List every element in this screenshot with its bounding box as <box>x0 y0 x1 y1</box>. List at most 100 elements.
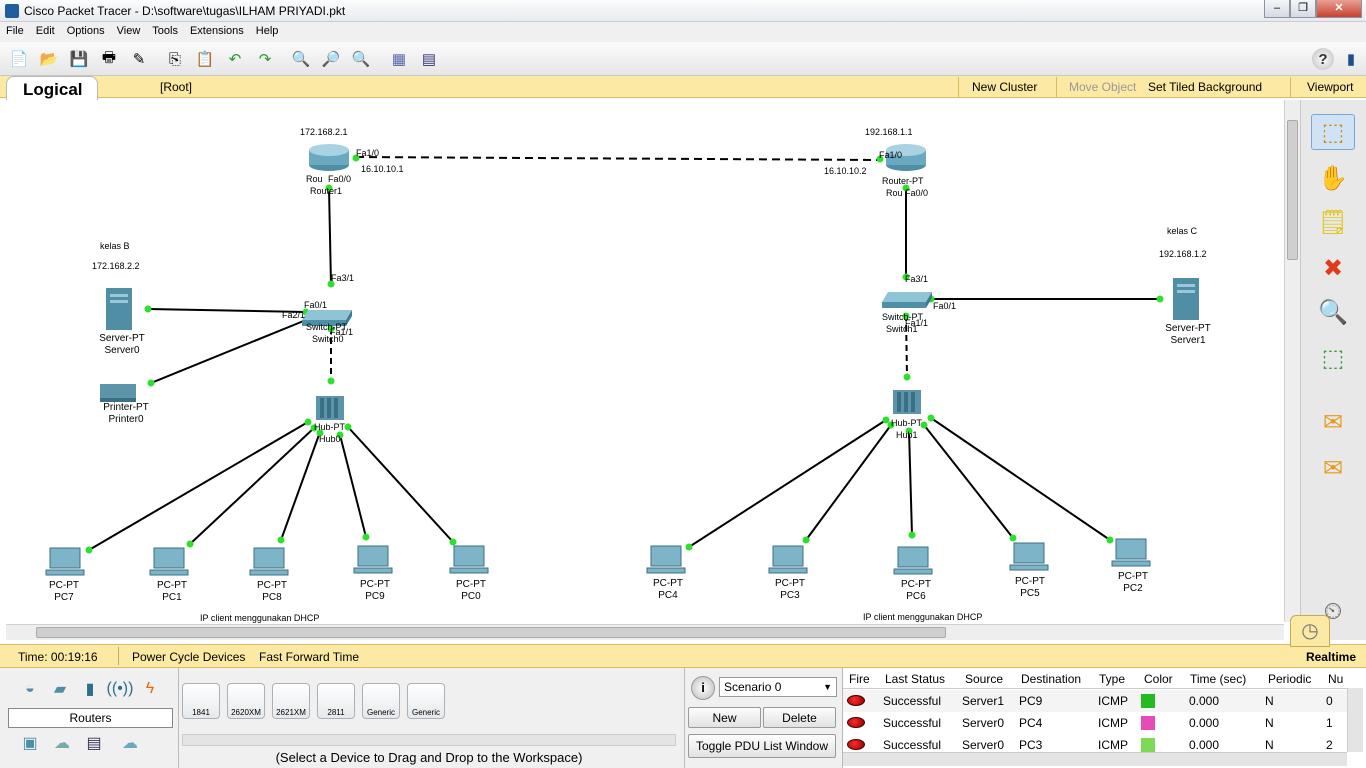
resize-shape-icon[interactable]: ⬚ <box>1311 340 1355 376</box>
menu-options[interactable]: Options <box>61 22 111 40</box>
model-label: 2811 <box>327 708 345 717</box>
new-icon[interactable]: 📄 <box>8 48 30 70</box>
wan-emulation-category-icon[interactable]: ☁ <box>48 732 76 754</box>
select-icon[interactable]: ⬚ <box>1311 114 1355 150</box>
fire-icon[interactable] <box>847 695 865 706</box>
pc0-labels[interactable]: PC-PT PC0 <box>451 579 491 603</box>
network-info-icon[interactable]: ▮ <box>1340 48 1362 70</box>
routers-category-icon[interactable]: ◒ <box>16 678 44 700</box>
undo-icon[interactable]: ↶ <box>224 48 246 70</box>
multiuser-category-icon[interactable]: ☁ <box>116 732 144 754</box>
model-generic[interactable]: Generic <box>362 683 400 719</box>
pc4-labels[interactable]: PC-PT PC4 <box>648 578 688 602</box>
pc5-labels[interactable]: PC-PT PC5 <box>1010 576 1050 600</box>
menu-extensions[interactable]: Extensions <box>184 22 250 40</box>
column-header[interactable]: Periodic <box>1268 672 1311 686</box>
column-header[interactable]: Color <box>1144 672 1173 686</box>
model-2811[interactable]: 2811 <box>317 683 355 719</box>
column-header[interactable]: Source <box>965 672 1003 686</box>
realtime-clock-icon[interactable]: ◷ <box>1290 615 1330 647</box>
maximize-button[interactable]: ❐ <box>1290 0 1316 18</box>
minimize-button[interactable]: – <box>1264 0 1290 18</box>
model-2621xm[interactable]: 2621XM <box>272 683 310 719</box>
close-button[interactable]: ✕ <box>1316 0 1362 18</box>
fire-icon[interactable] <box>847 739 865 750</box>
vertical-scrollbar[interactable] <box>1284 100 1300 622</box>
menu-help[interactable]: Help <box>250 22 285 40</box>
model-1841[interactable]: 1841 <box>182 683 220 719</box>
end-devices-category-icon[interactable]: ▣ <box>16 732 44 754</box>
fire-icon[interactable] <box>847 717 865 728</box>
model-generic[interactable]: Generic <box>407 683 445 719</box>
custom-device-icon[interactable]: ▤ <box>418 48 440 70</box>
table-hscrollbar[interactable] <box>843 752 1347 766</box>
save-icon[interactable]: 💾 <box>68 48 90 70</box>
switches-category-icon[interactable]: ▰ <box>46 678 74 700</box>
column-header[interactable]: Time (sec) <box>1190 672 1246 686</box>
move-object-button[interactable]: Move Object <box>1069 80 1136 94</box>
delete-icon[interactable]: ✖ <box>1311 250 1355 286</box>
print-icon[interactable]: 🖶 <box>98 48 120 70</box>
horizontal-scrollbar[interactable] <box>6 624 1284 640</box>
hubs-category-icon[interactable]: ▮ <box>76 678 104 700</box>
menu-edit[interactable]: Edit <box>30 22 61 40</box>
delete-scenario-button[interactable]: Delete <box>763 707 836 728</box>
info-icon[interactable]: i <box>691 676 715 700</box>
realtime-mode-tab[interactable]: Realtime <box>1306 650 1356 664</box>
note-icon[interactable]: 🗒 <box>1311 204 1355 240</box>
fast-forward-button[interactable]: Fast Forward Time <box>259 650 359 664</box>
column-header[interactable]: Nu <box>1328 672 1343 686</box>
scroll-thumb[interactable] <box>1287 120 1298 260</box>
scenario-select[interactable]: Scenario 0 ▼ <box>719 677 837 697</box>
pc8-labels[interactable]: PC-PT PC8 <box>252 580 292 604</box>
palette-icon[interactable]: ▦ <box>388 48 410 70</box>
table-row[interactable]: Successful Server0 PC3 ICMP 0.000 N 2 <box>843 734 1347 752</box>
printer0-labels[interactable]: Printer-PT Printer0 <box>94 402 158 426</box>
inspect-icon[interactable]: 🔍 <box>1311 294 1355 330</box>
add-complex-pdu-icon[interactable]: ✉ <box>1311 450 1355 486</box>
zoom-reset-icon[interactable]: 🔎 <box>320 48 342 70</box>
menu-file[interactable]: File <box>0 22 30 40</box>
toggle-pdu-list-button[interactable]: Toggle PDU List Window <box>688 734 836 758</box>
pc2-labels[interactable]: PC-PT PC2 <box>1113 571 1153 595</box>
new-scenario-button[interactable]: New <box>688 707 761 728</box>
column-header[interactable]: Type <box>1099 672 1125 686</box>
add-simple-pdu-icon[interactable]: ✉ <box>1311 404 1355 440</box>
redo-icon[interactable]: ↷ <box>254 48 276 70</box>
menu-view[interactable]: View <box>111 22 147 40</box>
models-scrollbar[interactable] <box>182 734 676 746</box>
open-icon[interactable]: 📂 <box>38 48 60 70</box>
set-tiled-background-button[interactable]: Set Tiled Background <box>1148 80 1262 94</box>
column-header[interactable]: Last Status <box>885 672 945 686</box>
server1-labels[interactable]: Server-PT Server1 <box>1158 323 1218 347</box>
pc6-labels[interactable]: PC-PT PC6 <box>896 579 936 603</box>
scroll-thumb[interactable] <box>36 627 946 638</box>
column-header[interactable]: Fire <box>849 672 870 686</box>
custom-devices-category-icon[interactable]: ▤ <box>80 732 108 754</box>
activity-wizard-icon[interactable]: ✎ <box>128 48 150 70</box>
zoom-in-icon[interactable]: 🔍 <box>290 48 312 70</box>
connections-category-icon[interactable]: ϟ <box>136 678 164 700</box>
new-cluster-button[interactable]: New Cluster <box>972 80 1037 94</box>
pc3-labels[interactable]: PC-PT PC3 <box>770 578 810 602</box>
server0-labels[interactable]: Server-PT Server0 <box>92 333 152 357</box>
help-icon[interactable]: ? <box>1312 48 1334 70</box>
model-2620xm[interactable]: 2620XM <box>227 683 265 719</box>
viewport-button[interactable]: Viewport <box>1307 80 1353 94</box>
power-cycle-button[interactable]: Power Cycle Devices <box>132 650 245 664</box>
workspace[interactable]: 172.168.2.1 Fa1/0 16.10.10.1 Rou Fa0/0 R… <box>6 100 1284 623</box>
zoom-out-icon[interactable]: 🔍 <box>350 48 372 70</box>
pc7-labels[interactable]: PC-PT PC7 <box>44 580 84 604</box>
paste-icon[interactable]: 📋 <box>194 48 216 70</box>
pc9-labels[interactable]: PC-PT PC9 <box>355 579 395 603</box>
pc1-labels[interactable]: PC-PT PC1 <box>152 580 192 604</box>
root-breadcrumb[interactable]: [Root] <box>160 80 192 94</box>
copy-icon[interactable]: ⎘ <box>164 48 186 70</box>
table-vscrollbar[interactable] <box>1347 688 1363 752</box>
table-row[interactable]: Successful Server1 PC9 ICMP 0.000 N 0 <box>843 690 1347 712</box>
column-header[interactable]: Destination <box>1021 672 1081 686</box>
hand-icon[interactable]: ✋ <box>1311 160 1355 196</box>
table-row[interactable]: Successful Server0 PC4 ICMP 0.000 N 1 <box>843 712 1347 734</box>
menu-tools[interactable]: Tools <box>146 22 184 40</box>
wireless-category-icon[interactable]: ((•)) <box>106 678 134 700</box>
